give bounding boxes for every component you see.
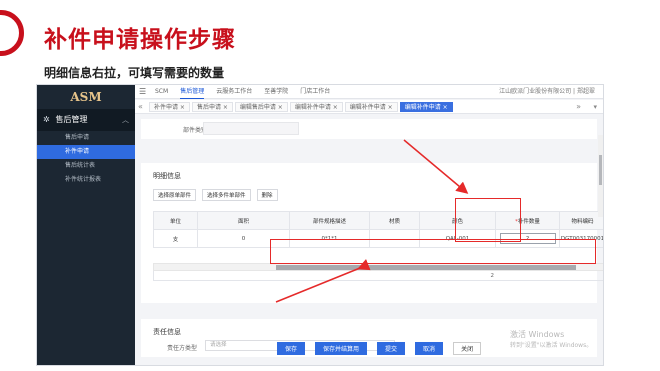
save-button[interactable]: 保存 bbox=[277, 342, 306, 355]
tab-parts-apply[interactable]: 补件申请 × bbox=[149, 102, 190, 112]
delete-button[interactable]: 删除 bbox=[256, 189, 278, 201]
save-and-settle-button[interactable]: 保存并结算用 bbox=[315, 342, 368, 355]
submit-button[interactable]: 提交 bbox=[377, 342, 406, 355]
tab-edit-parts-1[interactable]: 编辑补件申请 × bbox=[289, 102, 343, 112]
quantity-highlight-box bbox=[455, 198, 521, 242]
horizontal-scrollbar[interactable] bbox=[153, 263, 603, 271]
windows-watermark: 激活 Windows 转到"设置"以激活 Windows。 bbox=[510, 329, 592, 351]
tabs-scroll-right-icon[interactable]: » bbox=[576, 100, 581, 114]
table-header-row: 单位 面积 部件规格描述 材质 颜色 *补件数量 物料编码 bbox=[153, 211, 603, 230]
part-type-input[interactable] bbox=[203, 122, 299, 135]
user-name[interactable]: 郑超翠 bbox=[577, 88, 595, 95]
close-button[interactable]: 关闭 bbox=[453, 342, 482, 355]
col-header-quantity-label: 补件数量 bbox=[517, 218, 540, 225]
slide-subtitle: 明细信息右拉，可填写需要的数量 bbox=[44, 66, 225, 80]
detail-section: 明细信息 选择原单部件 选择多件单部件 删除 单位 面积 部件规格描述 材质 颜… bbox=[141, 163, 603, 303]
topnav-scm[interactable]: SCM bbox=[155, 85, 168, 99]
topnav-store[interactable]: 门店工作台 bbox=[300, 85, 330, 99]
sidebar: ASM ✲ 售后管理 ︿ 售后申请 补件申请 售后统计表 补件统计报表 bbox=[37, 85, 135, 365]
company-name: 江山欧派门业股份有限公司 bbox=[499, 88, 572, 95]
cancel-button[interactable]: 取消 bbox=[415, 342, 444, 355]
select-multi-parts-button[interactable]: 选择多件单部件 bbox=[202, 189, 251, 201]
slide-title: 补件申请操作步骤 bbox=[44, 27, 236, 53]
horizontal-scroll-thumb[interactable] bbox=[276, 265, 576, 270]
top-bar: ☰ SCM 售后管理 云服务工作台 至善学院 门店工作台 江山欧派门业股份有限公… bbox=[135, 85, 603, 99]
tabs-more-icon[interactable]: ▾ bbox=[593, 100, 597, 114]
col-header-area: 面积 bbox=[197, 211, 290, 230]
tab-edit-parts-2[interactable]: 编辑补件申请 × bbox=[344, 102, 398, 112]
gear-icon: ✲ bbox=[43, 115, 50, 124]
tabs-scroll-left-icon[interactable]: « bbox=[138, 100, 143, 114]
col-header-spec: 部件规格描述 bbox=[289, 211, 370, 230]
sidebar-item-parts-apply[interactable]: 补件申请 bbox=[37, 145, 135, 159]
tab-aftersales-apply[interactable]: 售后申请 × bbox=[191, 102, 233, 112]
decorative-ring bbox=[0, 10, 24, 56]
table-footer-total: 2 bbox=[153, 271, 603, 281]
part-type-row: 部件类别 bbox=[141, 119, 597, 139]
tab-edit-parts-3[interactable]: 编辑补件申请 × bbox=[399, 102, 453, 112]
footer-actions: 保存 保存并结算用 提交 取消 关闭 bbox=[277, 342, 491, 355]
scrollbar-highlight-box bbox=[270, 239, 596, 264]
sidebar-item-aftersales-apply[interactable]: 售后申请 bbox=[37, 131, 135, 145]
col-header-unit: 单位 bbox=[153, 211, 198, 230]
app-logo: ASM bbox=[70, 90, 102, 104]
sidebar-item-aftersales-stats[interactable]: 售后统计表 bbox=[37, 159, 135, 173]
tab-list: 补件申请 × 售后申请 × 编辑售后申请 × 编辑补件申请 × 编辑补件申请 ×… bbox=[149, 102, 455, 112]
top-nav: SCM 售后管理 云服务工作台 至善学院 门店工作台 bbox=[155, 85, 342, 99]
sidebar-group-aftersales[interactable]: ✲ 售后管理 ︿ bbox=[37, 109, 135, 131]
tab-edit-aftersales[interactable]: 编辑售后申请 × bbox=[234, 102, 288, 112]
detail-toolbar: 选择原单部件 选择多件单部件 删除 bbox=[153, 189, 284, 201]
vertical-scroll-thumb[interactable] bbox=[599, 155, 602, 185]
detail-title: 明细信息 bbox=[153, 172, 181, 180]
chevron-up-icon: ︿ bbox=[122, 116, 129, 124]
menu-toggle-icon[interactable]: ☰ bbox=[139, 87, 146, 97]
user-area: 江山欧派门业股份有限公司 | 郑超翠 bbox=[499, 85, 595, 99]
vertical-scrollbar[interactable] bbox=[598, 135, 603, 217]
select-original-parts-button[interactable]: 选择原单部件 bbox=[153, 189, 197, 201]
responsibility-type-placeholder: 请选择 bbox=[210, 342, 227, 348]
responsibility-title: 责任信息 bbox=[153, 328, 181, 336]
cell-unit: 支 bbox=[153, 229, 198, 248]
sidebar-group-label: 售后管理 bbox=[55, 115, 88, 124]
col-header-material: 材质 bbox=[369, 211, 420, 230]
sidebar-item-parts-report[interactable]: 补件统计报表 bbox=[37, 173, 135, 187]
responsibility-type-label: 责任方类型 bbox=[167, 345, 198, 352]
topnav-aftersales[interactable]: 售后管理 bbox=[180, 85, 205, 99]
topnav-cloud[interactable]: 云服务工作台 bbox=[216, 85, 252, 99]
watermark-line-2: 转到"设置"以激活 Windows。 bbox=[510, 342, 593, 349]
watermark-line-1: 激活 Windows bbox=[510, 330, 565, 339]
tab-bar: « 补件申请 × 售后申请 × 编辑售后申请 × 编辑补件申请 × 编辑补件申请… bbox=[135, 100, 603, 114]
topnav-academy[interactable]: 至善学院 bbox=[264, 85, 288, 99]
